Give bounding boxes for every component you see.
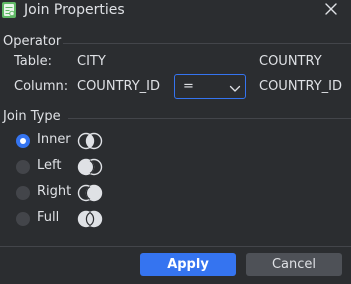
join-type-option-inner[interactable]: Inner <box>16 131 106 151</box>
window-title: Join Properties <box>24 2 125 18</box>
join-type-option-full[interactable]: Full <box>16 209 106 229</box>
cancel-button[interactable]: Cancel <box>246 253 342 276</box>
table-label: Table: <box>14 54 52 69</box>
close-icon[interactable] <box>322 1 340 19</box>
join-type-option-right[interactable]: Right <box>16 183 106 203</box>
radio-button[interactable] <box>16 212 30 226</box>
join-type-label: Full <box>37 210 60 225</box>
right-column-name: COUNTRY_ID <box>259 79 342 94</box>
join-type-option-left[interactable]: Left <box>16 157 106 177</box>
footer-separator <box>0 246 351 247</box>
join-properties-app-icon <box>2 2 16 18</box>
chevron-down-icon <box>229 82 241 97</box>
operator-dropdown[interactable]: = <box>174 74 246 99</box>
radio-button[interactable] <box>16 160 30 174</box>
join-type-section-label: Join Type <box>3 109 61 124</box>
left-column-name: COUNTRY_ID <box>77 79 160 94</box>
operator-dropdown-value: = <box>183 79 194 94</box>
left-join-icon <box>77 157 103 181</box>
title-bar: Join Properties <box>0 0 351 23</box>
column-label: Column: <box>14 79 69 94</box>
apply-button[interactable]: Apply <box>140 253 236 276</box>
radio-button[interactable] <box>16 134 30 148</box>
right-table-name: COUNTRY <box>259 54 322 69</box>
inner-join-icon <box>77 131 103 155</box>
join-type-label: Right <box>37 184 72 199</box>
join-type-separator <box>68 118 351 119</box>
full-join-icon <box>77 209 103 233</box>
operator-section-label: Operator <box>3 34 62 49</box>
operator-separator <box>63 43 351 44</box>
radio-button[interactable] <box>16 186 30 200</box>
left-table-name: CITY <box>77 54 106 69</box>
join-type-label: Inner <box>37 132 71 147</box>
join-type-label: Left <box>37 158 62 173</box>
right-join-icon <box>77 183 103 207</box>
